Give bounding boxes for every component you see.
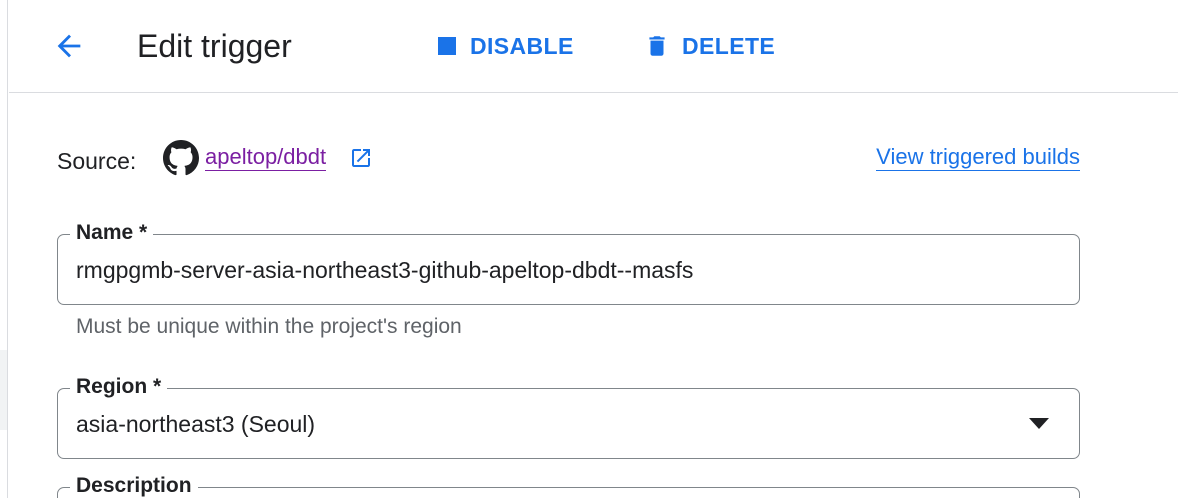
region-field-label: Region * <box>70 374 168 400</box>
name-field-label: Name * <box>70 220 154 246</box>
delete-label: DELETE <box>682 32 776 59</box>
region-select[interactable]: Region * asia-northeast3 (Seoul) <box>57 374 1080 459</box>
region-selected-value: asia-northeast3 (Seoul) <box>76 411 316 437</box>
view-triggered-builds-link[interactable]: View triggered builds <box>876 144 1080 171</box>
disable-label: DISABLE <box>470 32 574 59</box>
open-in-new-icon[interactable] <box>349 146 373 170</box>
page-title: Edit trigger <box>137 28 292 64</box>
github-icon <box>163 140 199 176</box>
stop-square-icon <box>438 37 456 55</box>
disable-button[interactable]: DISABLE <box>436 28 574 64</box>
back-button[interactable] <box>47 24 91 68</box>
page-header: Edit trigger DISABLE DELETE <box>9 0 1178 93</box>
description-field[interactable]: Description <box>57 474 1080 498</box>
left-rail <box>0 0 8 498</box>
description-field-label: Description <box>70 474 198 498</box>
trash-icon <box>649 36 665 56</box>
repo-link[interactable]: apeltop/dbdt <box>205 144 327 171</box>
left-rail-highlight <box>0 350 7 430</box>
arrow-left-icon <box>57 34 81 58</box>
source-label: Source: <box>57 148 137 174</box>
source-row: Source: apeltop/dbdt View triggered buil… <box>57 140 1080 180</box>
name-field-hint: Must be unique within the project's regi… <box>76 315 462 338</box>
delete-button[interactable]: DELETE <box>644 28 775 64</box>
caret-down-icon <box>1029 418 1049 429</box>
name-field[interactable]: Name * rmgpgmb-server-asia-northeast3-gi… <box>57 220 1080 305</box>
name-input[interactable]: rmgpgmb-server-asia-northeast3-github-ap… <box>76 255 693 285</box>
